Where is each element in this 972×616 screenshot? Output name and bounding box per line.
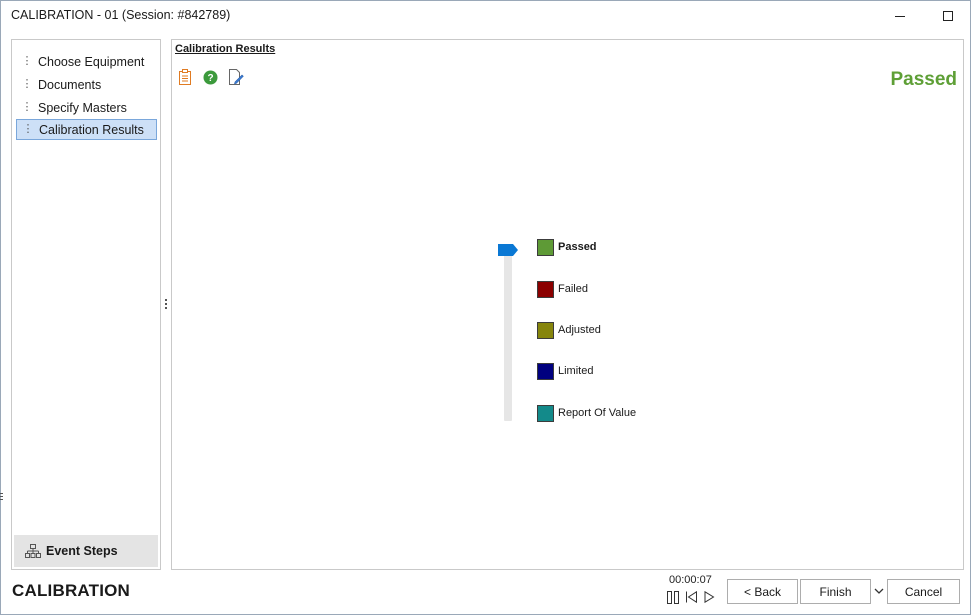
- drag-handle-icon: ⋮: [22, 123, 34, 135]
- finish-dropdown-button[interactable]: [872, 585, 886, 597]
- sidebar-item-label: Calibration Results: [39, 122, 144, 137]
- sidebar-item-label: Choose Equipment: [38, 54, 145, 69]
- edit-document-icon[interactable]: [228, 69, 244, 85]
- result-status: Passed: [890, 69, 957, 90]
- app-title: CALIBRATION: [12, 581, 131, 600]
- back-button[interactable]: < Back: [727, 579, 798, 604]
- sidebar-item-label: Specify Masters: [38, 100, 127, 115]
- minimize-button[interactable]: [877, 1, 923, 31]
- sidebar-item-label: Documents: [38, 77, 102, 92]
- svg-text:?: ?: [207, 73, 213, 84]
- chevron-down-icon: [874, 588, 884, 594]
- skip-back-icon[interactable]: [683, 590, 699, 604]
- color-swatch: [537, 238, 554, 256]
- cancel-button[interactable]: Cancel: [887, 579, 960, 604]
- panel-splitter[interactable]: [164, 299, 168, 309]
- legend-item-report-of-value[interactable]: Report Of Value: [537, 404, 636, 422]
- maximize-button[interactable]: [925, 1, 971, 31]
- steps-sidebar: ⋮ Choose Equipment ⋮ Documents ⋮ Specify…: [11, 39, 161, 570]
- color-swatch: [537, 280, 554, 298]
- calibration-window: CALIBRATION - 01 (Session: #842789) ⋮ Ch…: [0, 0, 971, 615]
- help-icon[interactable]: ?: [202, 69, 218, 85]
- sidebar-item-specify-masters[interactable]: ⋮ Specify Masters: [16, 97, 157, 118]
- sidebar-item-calibration-results[interactable]: ⋮ Calibration Results: [16, 119, 157, 140]
- legend-item-limited[interactable]: Limited: [537, 362, 593, 380]
- legend-label: Failed: [558, 283, 588, 295]
- pause-icon[interactable]: [665, 590, 681, 604]
- play-icon[interactable]: [701, 590, 717, 604]
- color-swatch: [537, 362, 554, 380]
- sidebar-item-choose-equipment[interactable]: ⋮ Choose Equipment: [16, 51, 157, 72]
- window-title: CALIBRATION - 01 (Session: #842789): [11, 8, 231, 22]
- finish-button[interactable]: Finish: [800, 579, 871, 604]
- title-bar: CALIBRATION - 01 (Session: #842789): [1, 1, 970, 31]
- event-steps-button[interactable]: Event Steps: [14, 535, 158, 567]
- legend-item-passed[interactable]: Passed: [537, 238, 597, 256]
- legend-item-adjusted[interactable]: Adjusted: [537, 321, 601, 339]
- legend-label: Passed: [558, 241, 597, 253]
- hierarchy-icon: [25, 544, 41, 558]
- minimize-icon: [895, 15, 905, 17]
- color-swatch: [537, 404, 554, 422]
- maximize-icon: [943, 11, 953, 21]
- drag-handle-icon: ⋮: [21, 78, 33, 90]
- edge-grip-icon: [0, 493, 3, 500]
- result-slider-track[interactable]: [504, 248, 512, 421]
- legend-label: Limited: [558, 365, 594, 377]
- event-steps-label: Event Steps: [46, 544, 118, 558]
- result-slider-thumb[interactable]: [498, 244, 518, 259]
- color-swatch: [537, 321, 554, 339]
- clipboard-icon[interactable]: [177, 69, 193, 85]
- sidebar-item-documents[interactable]: ⋮ Documents: [16, 74, 157, 95]
- legend-item-failed[interactable]: Failed: [537, 280, 588, 298]
- section-title: Calibration Results: [175, 43, 276, 55]
- main-panel: Calibration Results ? Passed Passed Fail…: [171, 39, 964, 570]
- drag-handle-icon: ⋮: [21, 101, 33, 113]
- legend-label: Report Of Value: [558, 407, 637, 419]
- drag-handle-icon: ⋮: [21, 55, 33, 67]
- session-timer: 00:00:07: [669, 574, 712, 586]
- legend-label: Adjusted: [558, 324, 601, 336]
